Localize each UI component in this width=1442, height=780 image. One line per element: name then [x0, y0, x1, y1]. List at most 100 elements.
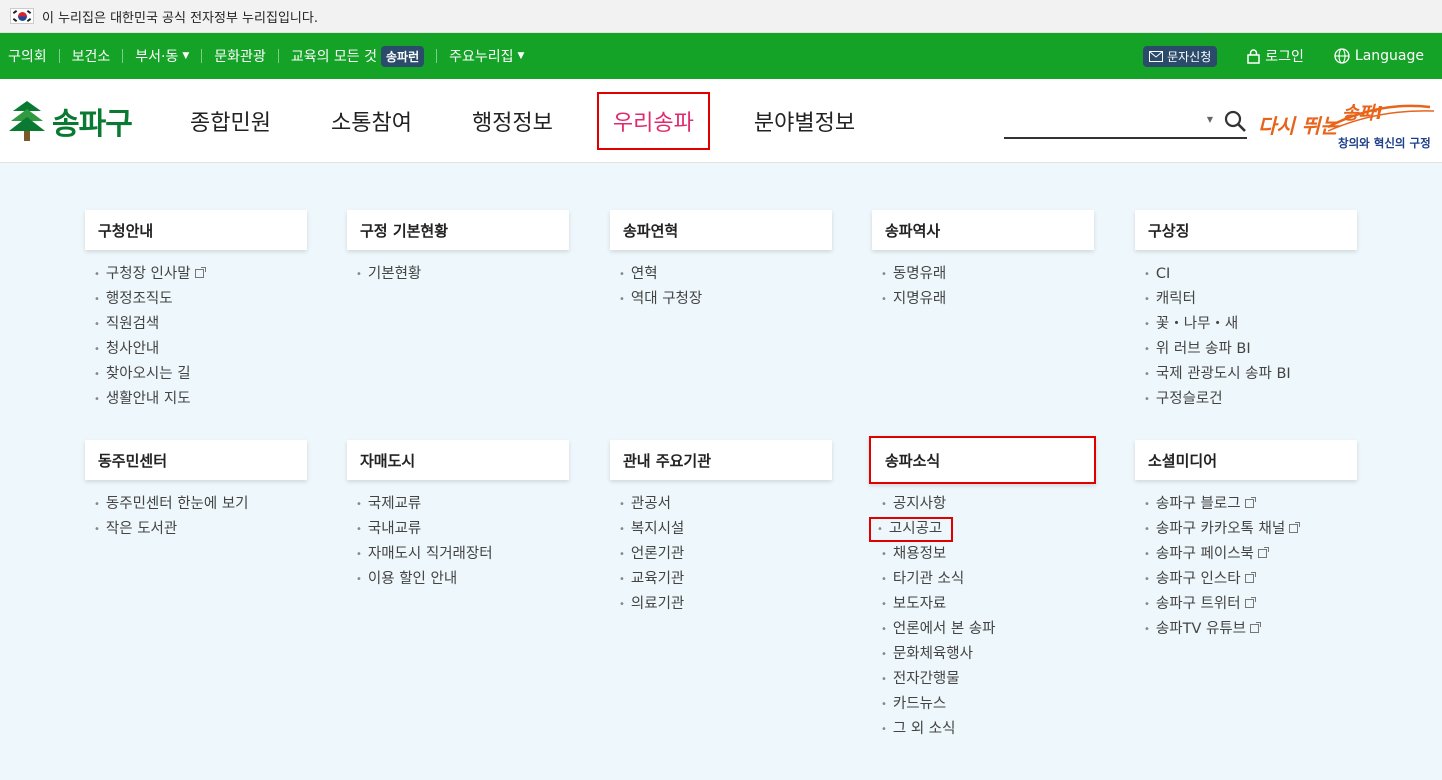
util-link-council[interactable]: 구의회 [8, 46, 47, 66]
message-request-button[interactable]: 문자신청 [1143, 45, 1218, 67]
gov-notice-text: 이 누리집은 대한민국 공식 전자정부 누리집입니다. [42, 10, 318, 26]
sitemap-link[interactable]: • 언론기관 [619, 542, 832, 567]
sitemap-link-label: 청사안내 [105, 341, 160, 357]
sitemap-link-label: 국내교류 [367, 521, 422, 537]
sitemap-link[interactable]: • 구정슬로건 [1144, 387, 1357, 412]
sitemap-link[interactable]: • 직원검색 [94, 312, 307, 337]
sitemap-link[interactable]: • CI [1144, 262, 1357, 287]
search-dropdown-icon[interactable]: ▼ [1207, 115, 1213, 124]
sitemap-link[interactable]: • 카드뉴스 [881, 692, 1094, 717]
gnb-item-our-songpa[interactable]: 우리송파 [596, 92, 710, 150]
sitemap-link-label: 기본현황 [367, 266, 422, 282]
sitemap-link[interactable]: • 행정조직도 [94, 287, 307, 312]
sitemap-link[interactable]: • 관공서 [619, 492, 832, 517]
search-icon[interactable] [1223, 109, 1247, 133]
gnb-item-admin-info[interactable]: 행정정보 [472, 105, 553, 137]
sitemap-link[interactable]: • 송파구 블로그 [1144, 492, 1357, 517]
sitemap-group-title[interactable]: 송파역사 [872, 210, 1094, 250]
bullet: • [356, 499, 362, 510]
sitemap-link[interactable]: • 자매도시 직거래장터 [356, 542, 569, 567]
gov-notice-bar: 이 누리집은 대한민국 공식 전자정부 누리집입니다. [0, 0, 1442, 33]
bullet: • [1144, 499, 1150, 510]
sitemap-link[interactable]: • 국제 관광도시 송파 BI [1144, 362, 1357, 387]
sitemap-link[interactable]: • 송파구 트위터 [1144, 592, 1357, 617]
sitemap-link[interactable]: • 채용정보 [881, 542, 1094, 567]
sitemap-link[interactable]: • 송파구 인스타 [1144, 567, 1357, 592]
caret-down-icon: ▼ [182, 51, 190, 61]
sitemap-link-label: 교육기관 [630, 571, 685, 587]
util-link-culture-tourism[interactable]: 문화관광 [214, 46, 266, 66]
sitemap-link-label: 구정슬로건 [1155, 391, 1223, 407]
bullet: • [881, 269, 887, 280]
language-link[interactable]: Language [1334, 48, 1424, 64]
sitemap-link[interactable]: • 동주민센터 한눈에 보기 [94, 492, 307, 517]
sitemap-link[interactable]: • 역대 구청장 [619, 287, 832, 312]
bullet: • [1144, 624, 1150, 635]
sitemap-group-title[interactable]: 소셜미디어 [1135, 440, 1357, 480]
sitemap-link[interactable]: • 교육기관 [619, 567, 832, 592]
sitemap-link[interactable]: • 작은 도서관 [94, 517, 307, 542]
util-link-main-sites[interactable]: 주요누리집 ▼ [449, 46, 524, 66]
util-link-label: 보건소 [71, 49, 111, 65]
message-request-label: 문자신청 [1167, 49, 1212, 64]
divider [277, 49, 279, 63]
gnb-item-field-info[interactable]: 분야별정보 [754, 105, 855, 137]
sitemap-group-title[interactable]: 송파연혁 [610, 210, 832, 250]
sitemap-link-public-notice[interactable]: • 고시공고 [869, 517, 1094, 542]
sitemap-link-label: 송파구 페이스북 [1155, 546, 1254, 562]
sitemap-group-title[interactable]: 구상징 [1135, 210, 1357, 250]
util-link-departments[interactable]: 부서·동 ▼ [135, 46, 189, 66]
sitemap-link[interactable]: • 의료기관 [619, 592, 832, 617]
sitemap-link[interactable]: • 국제교류 [356, 492, 569, 517]
sitemap-link[interactable]: • 구청장 인사말 [94, 262, 307, 287]
songpa-logo[interactable]: 송파구 [8, 99, 133, 143]
sitemap-link[interactable]: • 찾아오시는 길 [94, 362, 307, 387]
sitemap-group-title[interactable]: 구청안내 [85, 210, 307, 250]
sitemap-link[interactable]: • 송파구 페이스북 [1144, 542, 1357, 567]
sitemap-link[interactable]: • 언론에서 본 송파 [881, 617, 1094, 642]
util-link-education[interactable]: 교육의 모든 것 송파런 [291, 45, 425, 67]
sitemap-link[interactable]: • 연혁 [619, 262, 832, 287]
sitemap-link[interactable]: • 생활안내 지도 [94, 387, 307, 412]
sitemap-link[interactable]: • 동명유래 [881, 262, 1094, 287]
bullet: • [1144, 344, 1150, 355]
sitemap-link[interactable]: • 꽃・나무・새 [1144, 312, 1357, 337]
gnb-item-civil-service[interactable]: 종합민원 [190, 105, 271, 137]
util-link-health-center[interactable]: 보건소 [72, 46, 111, 66]
divider [201, 49, 203, 63]
gnb-item-communication[interactable]: 소통참여 [331, 105, 412, 137]
sitemap-link[interactable]: • 위 러브 송파 BI [1144, 337, 1357, 362]
sitemap-link[interactable]: • 국내교류 [356, 517, 569, 542]
sitemap-group-title[interactable]: 관내 주요기관 [610, 440, 832, 480]
bullet: • [619, 269, 625, 280]
login-link[interactable]: 로그인 [1247, 46, 1304, 66]
sitemap-link[interactable]: • 기본현황 [356, 262, 569, 287]
sitemap-group-title[interactable]: 구정 기본현황 [347, 210, 569, 250]
sitemap-group-title[interactable]: 송파소식 [869, 436, 1096, 484]
sitemap-group-title[interactable]: 동주민센터 [85, 440, 307, 480]
sitemap-group-title[interactable]: 자매도시 [347, 440, 569, 480]
sitemap-link[interactable]: • 공지사항 [881, 492, 1094, 517]
bullet: • [881, 599, 887, 610]
sitemap-link-label: 이용 할인 안내 [367, 571, 458, 587]
sitemap-link[interactable]: • 그 외 소식 [881, 717, 1094, 742]
util-link-label: 부서·동 [135, 49, 179, 65]
sitemap-link[interactable]: • 캐릭터 [1144, 287, 1357, 312]
sitemap-link[interactable]: • 전자간행물 [881, 667, 1094, 692]
bullet: • [881, 294, 887, 305]
search-input[interactable] [1004, 105, 1204, 135]
sitemap-link[interactable]: • 문화체육행사 [881, 642, 1094, 667]
login-label: 로그인 [1265, 49, 1304, 65]
bullet: • [356, 269, 362, 280]
sitemap-link[interactable]: • 송파TV 유튜브 [1144, 617, 1357, 642]
sitemap-link[interactable]: • 지명유래 [881, 287, 1094, 312]
bullet: • [619, 499, 625, 510]
sitemap-link[interactable]: • 타기관 소식 [881, 567, 1094, 592]
sitemap-link[interactable]: • 송파구 카카오톡 채널 [1144, 517, 1357, 542]
bullet: • [619, 524, 625, 535]
sitemap-link[interactable]: • 청사안내 [94, 337, 307, 362]
bullet: • [1144, 269, 1150, 280]
sitemap-link[interactable]: • 보도자료 [881, 592, 1094, 617]
sitemap-link[interactable]: • 이용 할인 안내 [356, 567, 569, 592]
sitemap-link[interactable]: • 복지시설 [619, 517, 832, 542]
